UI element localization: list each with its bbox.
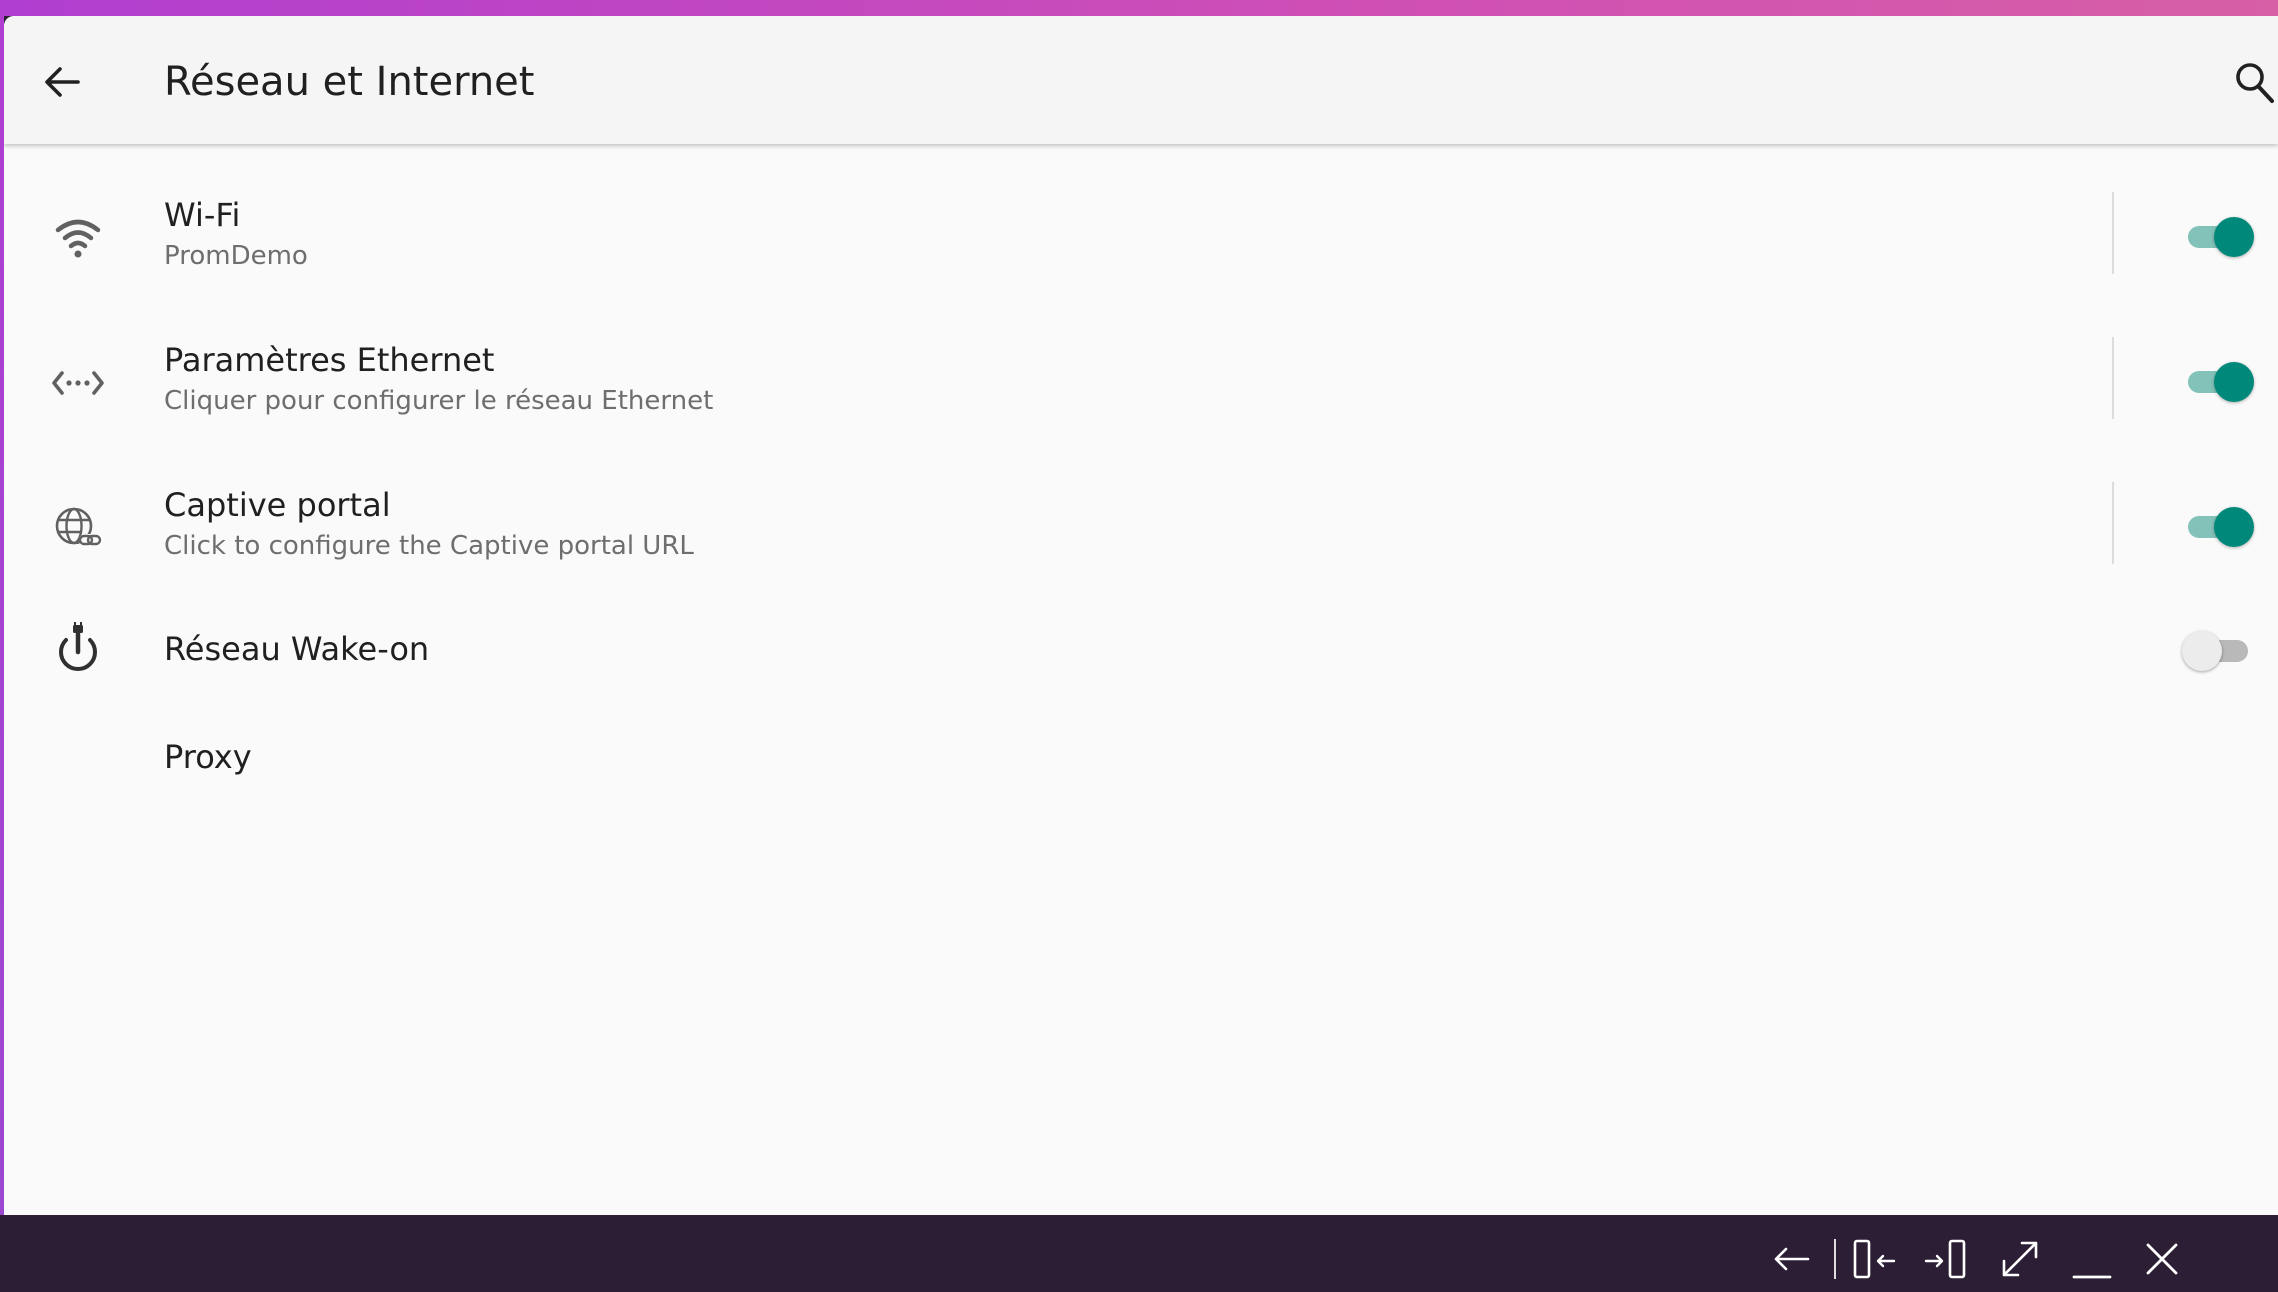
ethernet-divider: [2112, 337, 2114, 419]
taskbar-separator: [1834, 1239, 1836, 1279]
wifi-subtitle: PromDemo: [164, 241, 308, 271]
wifi-toggle-thumb: [2214, 217, 2254, 257]
wifi-setting-row[interactable]: Wi-Fi PromDemo: [4, 176, 2278, 302]
ethernet-subtitle: Cliquer pour configurer le réseau Ethern…: [164, 386, 714, 416]
close-icon: [2146, 1243, 2178, 1275]
power-plug-icon: [59, 622, 97, 672]
globe-link-icon: [55, 507, 102, 546]
wake-on-lan-title: Réseau Wake-on: [164, 630, 430, 668]
arrow-left-icon: [45, 67, 80, 97]
ethernet-toggle[interactable]: [2184, 357, 2256, 405]
wake-on-lan-toggle[interactable]: [2182, 626, 2256, 674]
dock-left-icon: [1853, 1239, 1896, 1279]
captive-portal-toggle-thumb: [2214, 507, 2254, 547]
wifi-toggle[interactable]: [2184, 212, 2256, 260]
dock-right-button[interactable]: [1922, 1235, 1970, 1283]
minimize-button[interactable]: [2068, 1235, 2116, 1283]
ethernet-icon: [52, 371, 104, 395]
dock-left-button[interactable]: [1850, 1235, 1898, 1283]
wifi-icon: [55, 219, 101, 258]
captive-portal-title: Captive portal: [164, 486, 391, 524]
wifi-title: Wi-Fi: [164, 196, 241, 234]
search-button[interactable]: [2232, 58, 2278, 108]
window-accent-bar: [0, 0, 2278, 16]
taskbar-back-button[interactable]: [1768, 1235, 1816, 1283]
minimize-icon: [2072, 1275, 2112, 1279]
proxy-title: Proxy: [164, 738, 252, 776]
arrow-left-icon: [1774, 1247, 1810, 1271]
taskbar: [0, 1215, 2278, 1292]
captive-portal-setting-row[interactable]: Captive portal Click to configure the Ca…: [4, 466, 2278, 592]
settings-window: Réseau et Internet Wi-Fi PromDemo Paramè…: [4, 16, 2278, 1215]
captive-portal-divider: [2112, 482, 2114, 564]
page-title: Réseau et Internet: [164, 59, 535, 105]
ethernet-title: Paramètres Ethernet: [164, 341, 495, 379]
close-button[interactable]: [2138, 1235, 2186, 1283]
captive-portal-toggle[interactable]: [2184, 502, 2256, 550]
proxy-setting-row[interactable]: Proxy: [4, 706, 2278, 806]
ethernet-setting-row[interactable]: Paramètres Ethernet Cliquer pour configu…: [4, 321, 2278, 447]
search-icon: [2236, 63, 2274, 103]
expand-button[interactable]: [1996, 1235, 2044, 1283]
wake-on-lan-toggle-thumb: [2182, 631, 2222, 671]
back-button[interactable]: [38, 58, 86, 106]
ethernet-toggle-thumb: [2214, 362, 2254, 402]
captive-portal-subtitle: Click to configure the Captive portal UR…: [164, 531, 694, 561]
expand-icon: [2002, 1241, 2038, 1277]
dock-right-icon: [1924, 1239, 1966, 1279]
app-bar: Réseau et Internet: [4, 16, 2278, 144]
wake-on-lan-setting-row[interactable]: Réseau Wake-on: [4, 600, 2278, 700]
wifi-divider: [2112, 192, 2114, 274]
